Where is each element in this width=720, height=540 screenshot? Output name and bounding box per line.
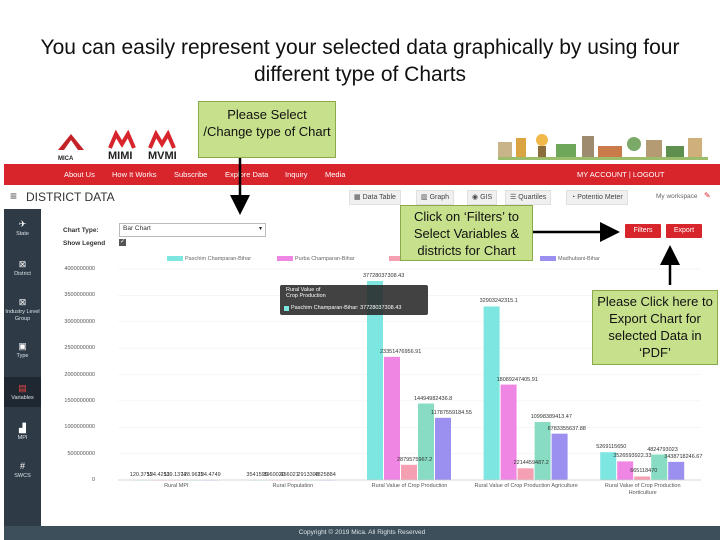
callout-arrows <box>230 158 680 285</box>
